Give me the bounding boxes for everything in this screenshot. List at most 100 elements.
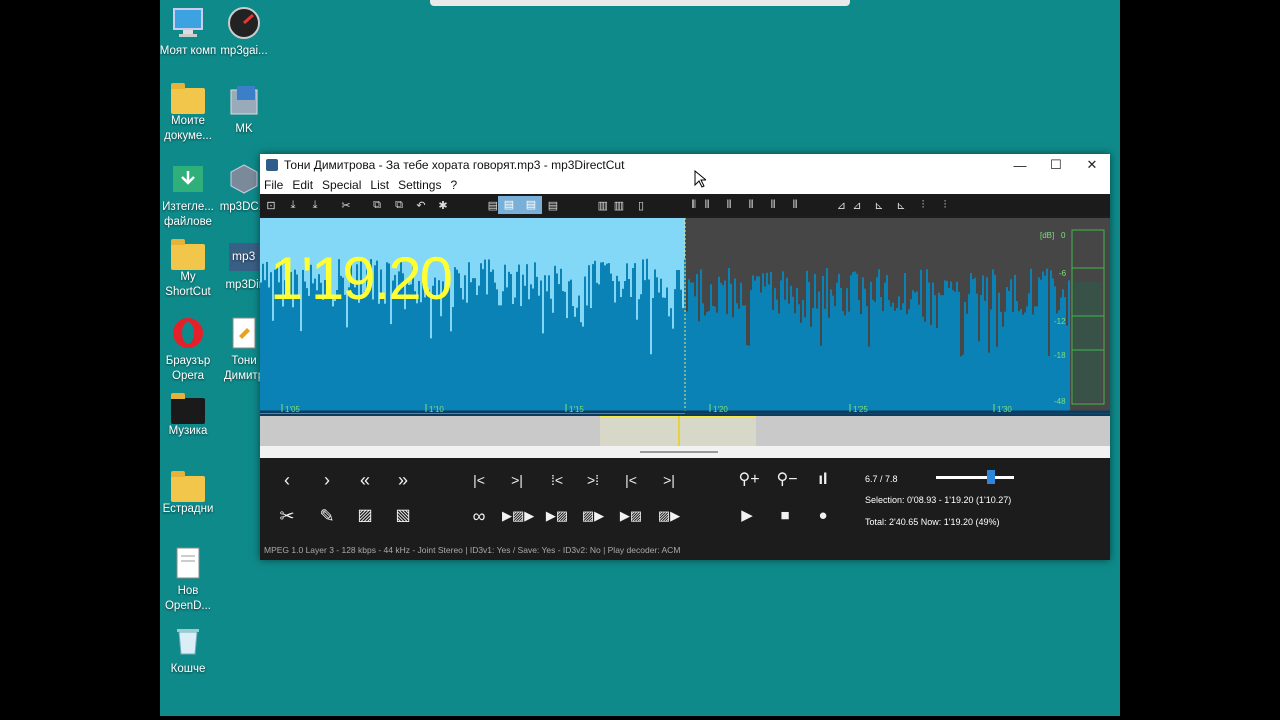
wave-bar <box>726 314 728 412</box>
wave-bar <box>804 317 806 412</box>
page-icon[interactable]: ▤ <box>542 199 564 212</box>
zoom-out-icon[interactable]: ⚲− <box>772 468 802 492</box>
menu-help[interactable]: ? <box>450 178 457 192</box>
paste-icon[interactable]: ⧉ <box>388 199 410 212</box>
level-icon[interactable]: ⊿ <box>846 199 868 212</box>
split-icon[interactable]: ⫶ <box>912 199 934 212</box>
close-button[interactable]: ✕ <box>1074 157 1110 173</box>
level-icon[interactable]: ⊾ <box>890 199 912 212</box>
bars-icon[interactable]: ▥ <box>608 199 630 212</box>
waveform-view[interactable]: 1'05 1'10 1'15 1'20 1'25 1'30 [dB] 0 -6 -12 -… <box>260 218 1110 414</box>
wave-bar <box>868 346 870 412</box>
mark-icon[interactable]: ⫴ <box>784 199 806 212</box>
desktop-icon-opera[interactable]: Браузър Opera <box>160 316 218 384</box>
minimize-button[interactable]: — <box>1002 158 1038 173</box>
desktop-icon-estradni[interactable]: Естрадни <box>160 471 218 517</box>
top-bar <box>430 0 850 6</box>
splitter[interactable] <box>260 446 1110 458</box>
record-button[interactable]: ● <box>808 504 838 528</box>
mark-icon[interactable]: ⫴ <box>740 199 762 212</box>
page-icon[interactable]: ▤ <box>498 196 520 214</box>
selection-info: Selection: 0'08.93 - 1'19.20 (1'10.27) <box>865 495 1012 505</box>
split-icon[interactable]: ⫶ <box>934 199 956 212</box>
next-button[interactable]: › <box>312 468 342 492</box>
save-icon[interactable]: ⤓ <box>304 199 326 212</box>
menu-edit[interactable]: Edit <box>292 178 313 192</box>
zoom-slider[interactable] <box>936 470 1014 484</box>
mark-icon[interactable]: ⫴ <box>696 199 718 212</box>
wave-bar <box>648 279 650 412</box>
open-icon[interactable]: ⊡ <box>260 199 282 212</box>
play-selection-icon[interactable]: ▶▨▶ <box>502 504 534 528</box>
scissors-icon[interactable]: ✂ <box>272 504 302 528</box>
pause-icon[interactable]: ▯ <box>630 199 652 212</box>
desktop-icon-my-shortcut[interactable]: My ShortCut <box>160 239 218 300</box>
overview-bar[interactable] <box>260 414 1110 448</box>
play-around-icon[interactable]: ▶▨ <box>616 504 646 528</box>
bars-icon[interactable]: ▥ <box>564 199 608 212</box>
wave-bar <box>1046 268 1048 412</box>
wave-bar <box>920 269 922 412</box>
rewind-button[interactable]: « <box>350 468 380 492</box>
zoom-in-icon[interactable]: ⚲+ <box>734 468 764 492</box>
menu-settings[interactable]: Settings <box>398 178 441 192</box>
wave-bar <box>782 271 784 412</box>
wave-bar <box>982 275 984 412</box>
pencil-icon[interactable]: ✎ <box>312 504 342 528</box>
maximize-button[interactable]: ☐ <box>1038 157 1074 173</box>
wave-bar <box>984 300 986 412</box>
desktop-icon-downloads[interactable]: Изтегле... файлове <box>160 162 218 230</box>
stop-button[interactable]: ■ <box>770 504 800 528</box>
menu-file[interactable]: File <box>264 178 283 192</box>
level-icon[interactable]: ⊾ <box>868 199 890 212</box>
cue-back-button[interactable]: ⁞< <box>542 468 572 492</box>
copy-icon[interactable]: ⧉ <box>366 199 388 212</box>
to-end-button[interactable]: >| <box>654 468 684 492</box>
wave-bar <box>1036 306 1038 412</box>
undo-icon[interactable]: ↶ <box>410 199 432 212</box>
desktop-icon-new-document[interactable]: Нов OpenD... <box>160 546 218 614</box>
desktop-icon-recycle-bin[interactable]: Кошче <box>160 624 218 677</box>
zoom-slider-thumb[interactable] <box>987 470 995 484</box>
wave-bar <box>960 356 962 412</box>
sel-end-fwd-button[interactable]: >| <box>502 468 532 492</box>
wave-bar <box>580 322 582 412</box>
mark-icon[interactable]: ⫴ <box>652 199 696 212</box>
wave-bar <box>460 287 462 412</box>
play-from-sel-icon[interactable]: ▶▨ <box>542 504 572 528</box>
level-meter-icon[interactable]: ıl <box>808 468 838 492</box>
desktop-icon-mk[interactable]: MK <box>214 84 274 137</box>
wave-bar <box>688 279 690 412</box>
desktop-icon-mp3gain[interactable]: mp3gai... <box>214 6 274 59</box>
to-start-button[interactable]: |< <box>616 468 646 492</box>
level-icon[interactable]: ⊿ <box>806 199 846 212</box>
desktop-icon-music[interactable]: Музика <box>160 393 218 439</box>
fade-out-icon[interactable]: ▧ <box>388 504 418 528</box>
loop-icon[interactable]: ∞ <box>464 504 494 528</box>
wave-bar <box>568 281 570 412</box>
fast-forward-button[interactable]: » <box>388 468 418 492</box>
mark-icon[interactable]: ⫴ <box>762 199 784 212</box>
play-button[interactable]: ▶ <box>732 504 762 528</box>
download-icon[interactable]: ⤓ <box>282 199 304 212</box>
fade-in-icon[interactable]: ▨ <box>350 504 380 528</box>
play-after-icon[interactable]: ▨▶ <box>654 504 684 528</box>
page-icon[interactable]: ▤ <box>520 196 542 214</box>
cut-icon[interactable]: ✂ <box>326 199 366 212</box>
menu-list[interactable]: List <box>370 178 389 192</box>
prev-button[interactable]: ‹ <box>272 468 302 492</box>
mark-icon[interactable]: ⫴ <box>718 199 740 212</box>
wave-bar <box>384 303 386 412</box>
cue-fwd-button[interactable]: >⁞ <box>578 468 608 492</box>
desktop-icon-my-documents[interactable]: Моите докуме... <box>160 83 218 144</box>
wave-bar <box>502 291 504 412</box>
sel-start-back-button[interactable]: |< <box>464 468 494 492</box>
wave-bar <box>892 302 894 412</box>
desktop-icon-my-computer[interactable]: Моят комп <box>160 6 218 59</box>
play-to-sel-icon[interactable]: ▨▶ <box>578 504 608 528</box>
wave-bar <box>646 258 648 412</box>
wave-bar <box>1002 326 1004 412</box>
page-icon[interactable]: ▤ <box>454 199 498 212</box>
menu-special[interactable]: Special <box>322 178 361 192</box>
settings-icon[interactable]: ✱ <box>432 199 454 212</box>
